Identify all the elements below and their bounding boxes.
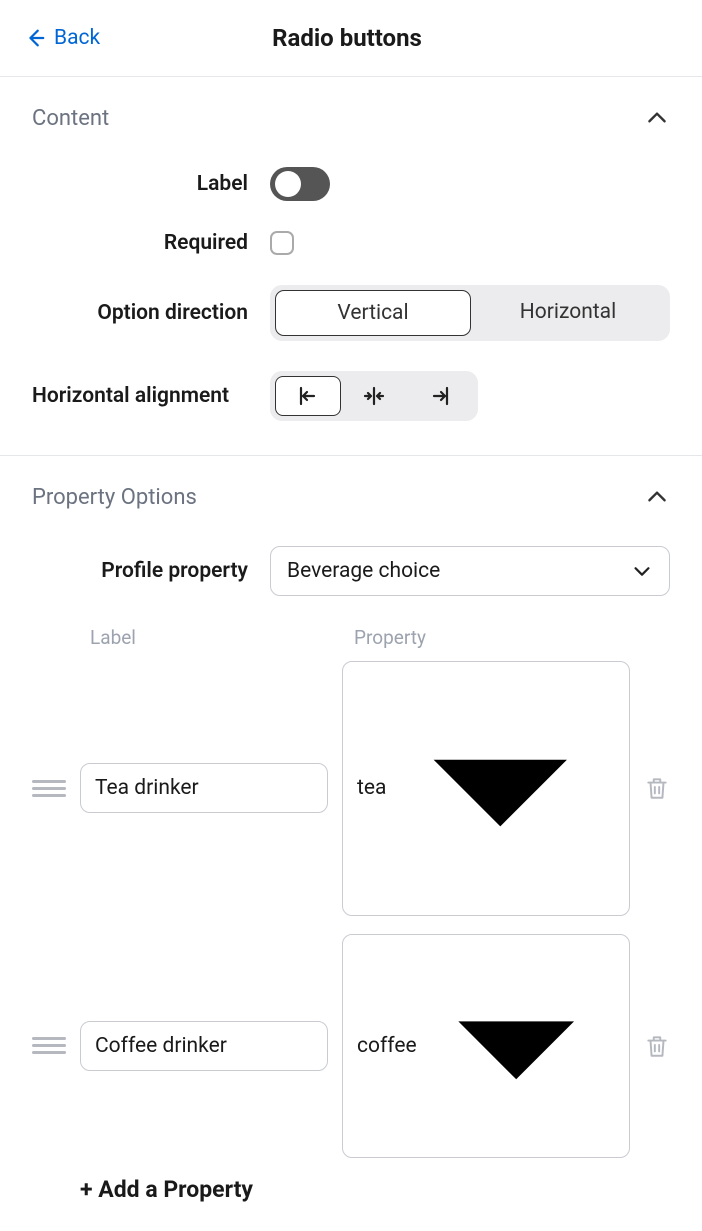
- column-property-header: Property: [344, 626, 630, 649]
- required-field-label: Required: [32, 231, 270, 255]
- property-label-input[interactable]: [80, 763, 328, 813]
- alignment-segmented: [270, 371, 478, 421]
- profile-property-value: Beverage choice: [287, 559, 440, 583]
- drag-handle-icon[interactable]: [32, 1037, 66, 1054]
- chevron-down-icon: [631, 560, 653, 582]
- back-label: Back: [54, 26, 100, 50]
- section-title-property-options: Property Options: [32, 485, 197, 510]
- property-label-input[interactable]: [80, 1021, 328, 1071]
- section-title-content: Content: [32, 106, 109, 131]
- back-arrow-icon: [24, 27, 46, 49]
- toggle-knob: [275, 171, 301, 197]
- align-left-button[interactable]: [275, 376, 341, 416]
- column-label-header: Label: [80, 626, 344, 649]
- drag-handle-icon[interactable]: [32, 780, 66, 797]
- chevron-up-icon: [644, 484, 670, 510]
- label-toggle[interactable]: [270, 167, 330, 201]
- section-header-property-options[interactable]: Property Options: [32, 484, 670, 510]
- option-direction-vertical[interactable]: Vertical: [275, 290, 471, 336]
- profile-property-select[interactable]: Beverage choice: [270, 546, 670, 596]
- add-property-button[interactable]: + Add a Property: [80, 1176, 670, 1203]
- align-right-icon: [428, 384, 452, 408]
- chevron-down-icon: [417, 947, 615, 1145]
- horizontal-alignment-label: Horizontal alignment: [32, 382, 270, 410]
- back-button[interactable]: Back: [24, 26, 100, 50]
- align-right-button[interactable]: [407, 376, 473, 416]
- property-value-text: coffee: [357, 1034, 417, 1058]
- align-center-button[interactable]: [341, 376, 407, 416]
- property-value-text: tea: [357, 776, 386, 800]
- chevron-up-icon: [644, 105, 670, 131]
- align-left-icon: [296, 384, 320, 408]
- align-center-icon: [362, 384, 386, 408]
- property-value-select[interactable]: coffee: [342, 934, 630, 1158]
- profile-property-label: Profile property: [32, 559, 270, 583]
- label-field-label: Label: [32, 172, 270, 196]
- trash-icon[interactable]: [644, 1033, 670, 1059]
- required-checkbox[interactable]: [270, 231, 294, 255]
- property-value-select[interactable]: tea: [342, 661, 630, 916]
- page-title: Radio buttons: [272, 24, 422, 52]
- chevron-down-icon: [386, 674, 615, 903]
- option-direction-segmented: Vertical Horizontal: [270, 285, 670, 341]
- option-direction-label: Option direction: [32, 301, 270, 325]
- option-direction-horizontal[interactable]: Horizontal: [471, 290, 665, 336]
- trash-icon[interactable]: [644, 775, 670, 801]
- horizontal-alignment-label-text: Horizontal alignment: [32, 384, 229, 408]
- section-header-content[interactable]: Content: [32, 105, 670, 131]
